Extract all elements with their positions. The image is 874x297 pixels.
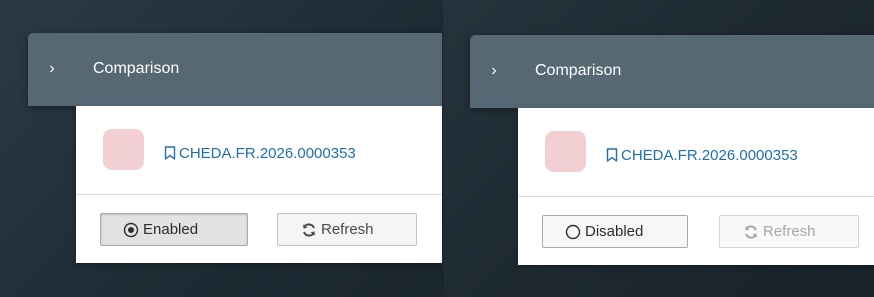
disabled-toggle-button[interactable]: Disabled	[542, 215, 688, 248]
refresh-icon	[303, 223, 315, 237]
enabled-toggle-button[interactable]: Enabled	[100, 213, 248, 246]
chevron-right-icon[interactable]: ›	[484, 60, 504, 82]
header-title: Comparison	[93, 60, 180, 77]
comparison-header[interactable]: › Comparison	[470, 35, 874, 108]
bookmark-icon	[606, 148, 618, 162]
toggle-label: Enabled	[143, 221, 199, 238]
record-row: CHEDA.FR.2026.0000353	[76, 106, 442, 195]
toggle-label: Disabled	[585, 223, 644, 240]
radio-checked-icon	[123, 222, 139, 238]
refresh-button[interactable]: Refresh	[277, 213, 417, 246]
chevron-right-icon[interactable]: ›	[42, 58, 62, 80]
avatar	[103, 129, 144, 170]
refresh-button: Refresh	[719, 215, 859, 248]
record-id-link[interactable]: CHEDA.FR.2026.0000353	[621, 147, 798, 165]
comparison-widget-disabled-state: › Comparison CHEDA.FR.2026.0000353 Disab…	[442, 0, 874, 297]
comparison-panel: CHEDA.FR.2026.0000353 Disabled Refresh	[518, 108, 874, 265]
refresh-label: Refresh	[763, 223, 816, 240]
record-id-link[interactable]: CHEDA.FR.2026.0000353	[179, 145, 356, 163]
refresh-label: Refresh	[321, 221, 374, 238]
comparison-widget-enabled-state: › Comparison CHEDA.FR.2026.0000353 Enabl…	[0, 0, 442, 297]
record-row: CHEDA.FR.2026.0000353	[518, 108, 874, 197]
radio-unchecked-icon	[565, 224, 581, 240]
state-divider	[442, 0, 443, 297]
bookmark-icon	[164, 146, 176, 160]
header-title: Comparison	[535, 62, 622, 79]
comparison-header[interactable]: › Comparison	[28, 33, 442, 106]
comparison-panel: CHEDA.FR.2026.0000353 Enabled Refresh	[76, 106, 442, 263]
avatar	[545, 131, 586, 172]
refresh-icon	[745, 225, 757, 239]
